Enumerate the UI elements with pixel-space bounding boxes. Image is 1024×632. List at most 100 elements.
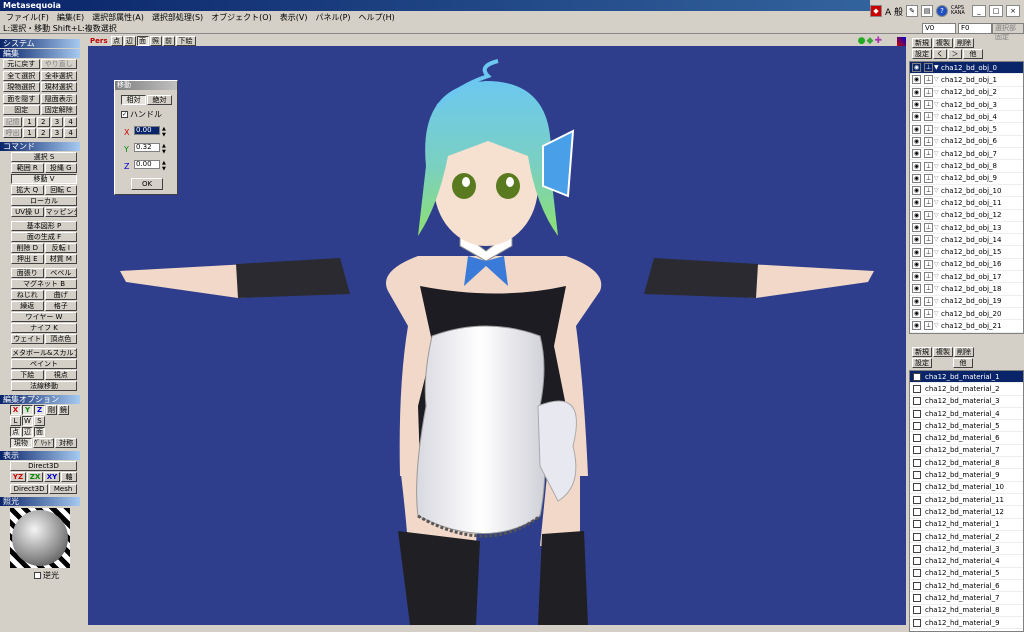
view-vertex-toggle[interactable]: 点 [110,36,123,46]
menu-object[interactable]: オブジェクト(O) [207,12,276,23]
twist-tool[interactable]: ねじれ [11,290,44,300]
lock-icon[interactable]: ⊥ [924,284,933,294]
expand-icon[interactable]: ▽ [934,261,941,268]
material-swatch[interactable] [913,557,921,566]
memo-2[interactable]: 2 [36,117,50,127]
lock-icon[interactable]: ⊥ [924,223,933,232]
material-item[interactable]: cha12_hd_material_2 [910,531,1023,544]
object-item[interactable]: ◉ ⊥ ▽ cha12_bd_obj_12 [910,210,1023,222]
expand-icon[interactable]: ▽ [934,199,941,206]
lock-icon[interactable]: ⊥ [924,87,933,97]
show-hidden-button[interactable]: 隠面表示 [40,94,77,104]
direct3d-button-2[interactable]: Direct3D [10,484,49,494]
lock-icon[interactable]: ⊥ [924,186,933,196]
lock-icon[interactable]: ⊥ [924,75,933,85]
weight-tool[interactable]: ウェイト [11,334,44,344]
fix-button[interactable]: 固定 [3,105,40,115]
object-item[interactable]: ◉ ⊥ ▽ cha12_bd_obj_2 [910,87,1023,99]
lock-icon[interactable]: ⊥ [924,296,933,306]
flip-tool[interactable]: 反転 I [44,243,77,253]
lattice-tool[interactable]: 格子 [44,301,77,311]
knife-tool[interactable]: ナイフ K [11,323,77,333]
expand-icon[interactable]: ▽ [934,273,941,280]
handle-option[interactable]: ✓ ハンドル [121,109,177,120]
expand-icon[interactable]: ▽ [934,138,941,145]
section-edit[interactable]: 編集 [0,49,80,58]
viewpoint-tool[interactable]: 視点 [44,370,77,380]
menu-file[interactable]: ファイル(F) [2,12,53,23]
view-light-toggle[interactable]: 照 [149,36,162,46]
menu-view[interactable]: 表示(V) [276,12,312,23]
expand-icon[interactable]: ▽ [934,89,941,96]
lock-icon[interactable]: ⊥ [924,161,933,171]
view-edge-toggle[interactable]: 辺 [123,36,136,46]
material-other-button[interactable]: 他 [953,358,973,368]
expand-icon[interactable]: ▽ [934,285,941,292]
underlay-tool[interactable]: 下絵 [11,370,44,380]
z-spinner-icon[interactable]: ▲ ▼ [162,160,166,172]
material-item[interactable]: cha12_hd_material_7 [910,592,1023,605]
eye-icon[interactable]: ◉ [912,75,921,85]
tray-app-icon[interactable]: ◆ [869,5,882,17]
memo-4[interactable]: 4 [64,117,78,127]
lock-icon[interactable]: ⊥ [924,136,933,146]
material-swatch[interactable] [913,507,921,516]
material-item[interactable]: cha12_bd_material_10 [910,482,1023,494]
menu-help[interactable]: ヘルプ(H) [355,12,399,23]
expand-icon[interactable]: ▽ [934,298,941,305]
material-item[interactable]: cha12_bd_material_12 [910,506,1023,519]
eye-icon[interactable]: ◉ [912,247,921,257]
material-swatch[interactable] [913,495,921,504]
material-swatch[interactable] [913,606,921,615]
mirror-toggle[interactable]: 鏡 [58,405,69,415]
lock-icon[interactable]: ⊥ [924,309,933,319]
material-new-button[interactable]: 新規 [912,347,932,357]
material-swatch[interactable] [913,409,921,418]
eye-icon[interactable]: ◉ [912,161,921,171]
object-item[interactable]: ◉ ⊥ ▼ cha12_bd_obj_0 [910,62,1023,75]
material-item[interactable]: cha12_bd_material_4 [910,408,1023,421]
section-light[interactable]: 照光 [0,497,80,506]
menu-select-attr[interactable]: 選択部属性(A) [88,12,148,23]
tray-tool-icon[interactable]: ✎ [906,5,918,17]
expand-icon[interactable]: ▽ [934,310,941,317]
scale-tool[interactable]: 拡大 Q [11,185,44,195]
material-swatch[interactable] [913,544,921,553]
handle-checkbox[interactable]: ✓ [121,111,128,118]
screen-coord-toggle[interactable]: S [34,416,45,426]
expand-icon[interactable]: ▽ [934,236,941,243]
object-item[interactable]: ◉ ⊥ ▽ cha12_bd_obj_11 [910,197,1023,210]
object-item[interactable]: ◉ ⊥ ▽ cha12_bd_obj_8 [910,160,1023,173]
local-coord-toggle[interactable]: L [10,416,21,426]
mesh-button[interactable]: Mesh [49,484,77,494]
object-delete-button[interactable]: 削除 [954,38,974,48]
lock-icon[interactable]: ⊥ [924,259,933,269]
plane-xy-button[interactable]: XY [44,472,60,482]
eye-icon[interactable]: ◉ [912,321,921,331]
rotate-view-icon[interactable]: ◆ [867,36,874,46]
eye-icon[interactable]: ◉ [912,63,921,73]
lock-icon[interactable]: ⊥ [924,235,933,245]
recall-button[interactable]: 呼出 [3,128,23,138]
material-item[interactable]: cha12_bd_material_8 [910,457,1023,470]
bend-tool[interactable]: 曲げ [44,290,77,300]
absolute-tab[interactable]: 絶対 [147,95,172,105]
x-input[interactable]: 0.00 [134,126,160,135]
y-input[interactable]: 0.32 [134,143,160,152]
eye-icon[interactable]: ◉ [912,284,921,294]
expand-icon[interactable]: ▽ [934,126,941,133]
material-item[interactable]: cha12_hd_material_4 [910,555,1023,568]
minimize-icon[interactable]: _ [972,5,986,17]
material-swatch[interactable] [913,581,921,590]
z-input[interactable]: 0.00 [134,160,160,169]
paint-tool[interactable]: ペイント [11,359,77,369]
lock-icon[interactable]: ⊥ [924,63,933,73]
world-coord-toggle[interactable]: W [22,416,33,426]
lock-icon[interactable]: ⊥ [924,100,933,110]
range-tool[interactable]: 範囲 R [11,163,44,173]
material-item[interactable]: cha12_bd_material_9 [910,469,1023,482]
material-settings-button[interactable]: 設定 [912,358,932,368]
material-item[interactable]: cha12_hd_material_6 [910,580,1023,593]
backlight-option[interactable]: 逆光 [34,570,80,581]
eye-icon[interactable]: ◉ [912,186,921,196]
